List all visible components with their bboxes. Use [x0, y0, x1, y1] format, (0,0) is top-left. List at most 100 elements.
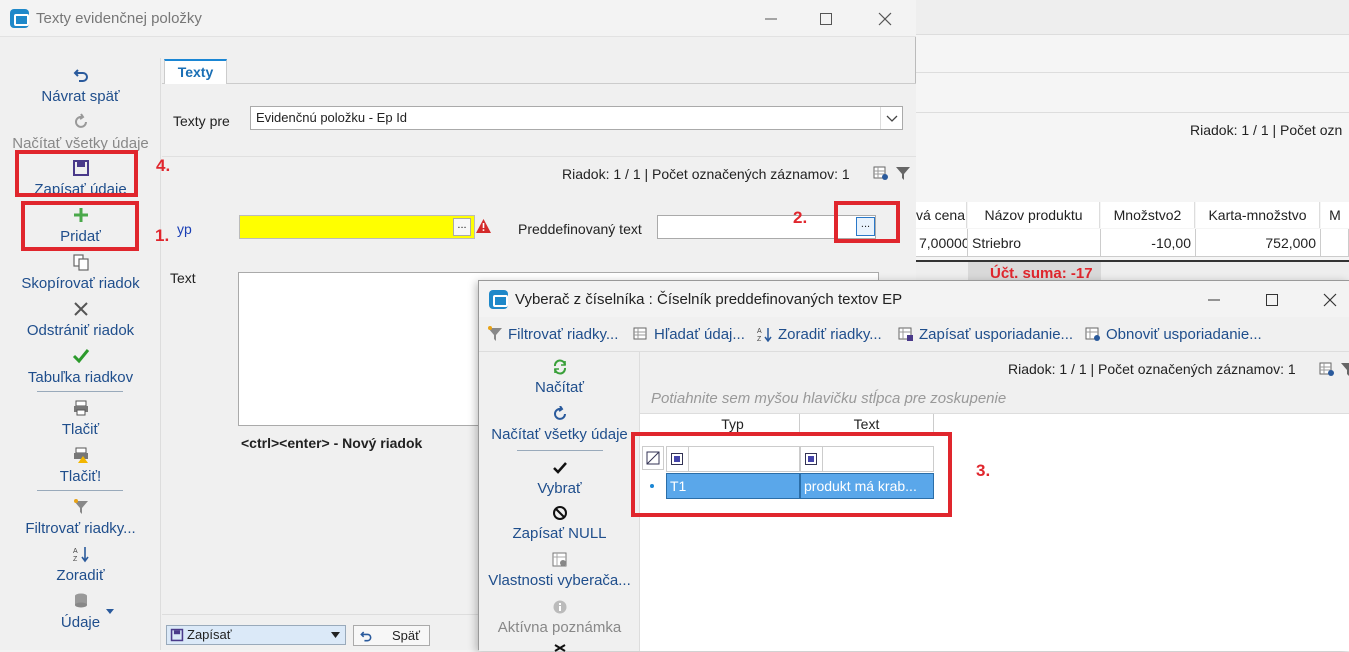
sidebar-item-label: Údaje — [60, 614, 101, 631]
print-icon — [74, 400, 88, 416]
maximize-button[interactable] — [1261, 289, 1283, 311]
toolbar-label: Filtrovať riadky... — [508, 326, 619, 343]
table-cell[interactable]: Striebro — [968, 229, 1101, 257]
picker-sidebar-label: Zapísať NULL — [512, 525, 607, 542]
close-button[interactable] — [1319, 289, 1341, 311]
column-header[interactable]: Množstvo2 — [1101, 202, 1195, 228]
table-cell[interactable]: -10,00 — [1101, 229, 1196, 257]
toolbar-label: Zoradiť riadky... — [778, 326, 882, 343]
sidebar-item-label: Tlačiť! — [59, 468, 102, 485]
table-settings-icon[interactable] — [1319, 361, 1335, 377]
column-header[interactable]: vá cena — [915, 202, 967, 228]
sidebar-separator — [37, 391, 123, 392]
column-header[interactable]: M — [1321, 202, 1349, 228]
filter-icon[interactable] — [1340, 361, 1349, 377]
check-icon — [553, 462, 567, 474]
action-sidebar: Návrat späť Načítať všetky údaje Zapísať… — [0, 58, 161, 650]
check-icon — [72, 349, 90, 364]
text-label: Text — [170, 270, 196, 286]
toolbar-label: Obnoviť usporiadanie... — [1106, 326, 1262, 343]
sort-rows-button[interactable]: A Z Zoradiť riadky... — [757, 326, 882, 343]
annotation-box-4 — [15, 150, 138, 197]
reload-icon — [554, 359, 566, 375]
table-cell[interactable]: 752,000 — [1196, 229, 1321, 257]
svg-text:A: A — [757, 328, 762, 335]
background-row-info: Riadok: 1 / 1 | Počet ozn — [1190, 122, 1343, 138]
restore-layout-icon — [1085, 327, 1100, 341]
sort-icon: AZ — [73, 547, 89, 563]
background-titlebar — [915, 0, 1349, 35]
filter-icon[interactable] — [895, 165, 911, 181]
window-title: Texty evidenčnej položky — [36, 10, 202, 27]
null-icon — [553, 506, 567, 520]
picker-titlebar: Vyberač z číselníka : Číselník preddefin… — [479, 281, 1349, 317]
sidebar-item-label: Odstrániť riadok — [26, 322, 135, 339]
typ-lookup-button[interactable]: ... — [453, 218, 471, 236]
back-button[interactable]: Späť — [353, 625, 430, 646]
tab-texty[interactable]: Texty — [164, 59, 227, 85]
typ-label: yp — [177, 221, 192, 237]
svg-text:A: A — [73, 548, 78, 555]
picker-toolbar: Filtrovať riadky... Hľadať údaj... A Z Zor… — [479, 317, 1349, 352]
tab-strip: Texty — [162, 58, 916, 85]
annotation-box-1 — [21, 201, 139, 251]
sidebar-item-label: Filtrovať riadky... — [25, 520, 136, 537]
copy-icon — [73, 254, 89, 271]
annotation-label-3: 3. — [976, 461, 991, 480]
annotation-box-2 — [834, 201, 900, 243]
svg-text:Z: Z — [757, 336, 762, 342]
typ-input[interactable]: ... — [239, 215, 475, 239]
column-header[interactable]: Názov produktu — [968, 202, 1100, 228]
undo-icon — [360, 631, 372, 642]
sidebar-separator — [517, 450, 603, 451]
refresh-icon — [554, 406, 566, 420]
picker-sidebar-label: Vybrať — [537, 480, 582, 497]
maximize-button[interactable] — [815, 8, 837, 30]
filter-icon — [488, 326, 502, 341]
back-button-label: Späť — [392, 628, 421, 643]
delete-icon — [74, 302, 88, 316]
table-settings-icon[interactable] — [873, 165, 889, 181]
minimize-button[interactable] — [1203, 289, 1225, 311]
save-icon — [170, 628, 184, 642]
restore-layout-button[interactable]: Obnoviť usporiadanie... — [1085, 326, 1262, 343]
column-header-text[interactable]: Text — [800, 414, 934, 434]
more-icon[interactable] — [553, 644, 567, 652]
minimize-button[interactable] — [760, 8, 782, 30]
group-hint: Potiahnite sem myšou hlavičku stĺpca pre… — [651, 390, 1007, 407]
chevron-down-icon[interactable] — [880, 107, 902, 129]
save-dropdown-label: Zapísať — [187, 627, 232, 642]
texty-pre-label: Texty pre — [173, 113, 230, 129]
table-cell[interactable] — [1321, 229, 1349, 257]
sort-icon: AZ — [757, 328, 772, 342]
save-dropdown[interactable]: Zapísať — [166, 625, 346, 645]
texty-pre-select[interactable]: Evidenčnú položku - Ep Id — [250, 106, 903, 130]
annotation-label-4: 4. — [156, 156, 171, 175]
filter-rows-button[interactable]: Filtrovať riadky... — [487, 326, 618, 343]
column-header[interactable]: Karta-množstvo — [1196, 202, 1320, 228]
sidebar-item-label: Skopírovať riadok — [21, 275, 140, 292]
picker-sidebar: Načítať Načítať všetky údaje Vybrať Zapí… — [479, 352, 640, 652]
filter-icon — [74, 499, 88, 514]
divider — [915, 112, 1349, 113]
chevron-down-icon — [106, 609, 114, 614]
find-data-button[interactable]: Hľadať údaj... — [633, 326, 745, 343]
app-icon — [10, 9, 29, 28]
divider — [162, 156, 916, 157]
chevron-down-icon — [331, 632, 340, 638]
refresh-icon — [75, 113, 87, 128]
find-icon — [633, 327, 647, 340]
table-cell[interactable]: 7,00000 — [915, 229, 968, 257]
sidebar-item-label: Zoradiť — [56, 567, 105, 584]
group-by-band[interactable]: Potiahnite sem myšou hlavičku stĺpca pre… — [640, 384, 1349, 414]
divider — [915, 72, 1349, 73]
new-line-hint: <ctrl><enter> - Nový riadok — [241, 435, 423, 451]
sidebar-item-label: Tlačiť — [61, 421, 100, 438]
save-layout-button[interactable]: Zapísať usporiadanie... — [898, 326, 1073, 343]
column-header-typ[interactable]: Typ — [666, 414, 800, 434]
close-button[interactable] — [874, 8, 896, 30]
app-icon — [489, 290, 508, 309]
sidebar-item-label: Návrat späť — [41, 88, 120, 105]
svg-text:Z: Z — [73, 556, 78, 563]
picker-sidebar-label: Vlastnosti vyberača... — [488, 572, 631, 589]
